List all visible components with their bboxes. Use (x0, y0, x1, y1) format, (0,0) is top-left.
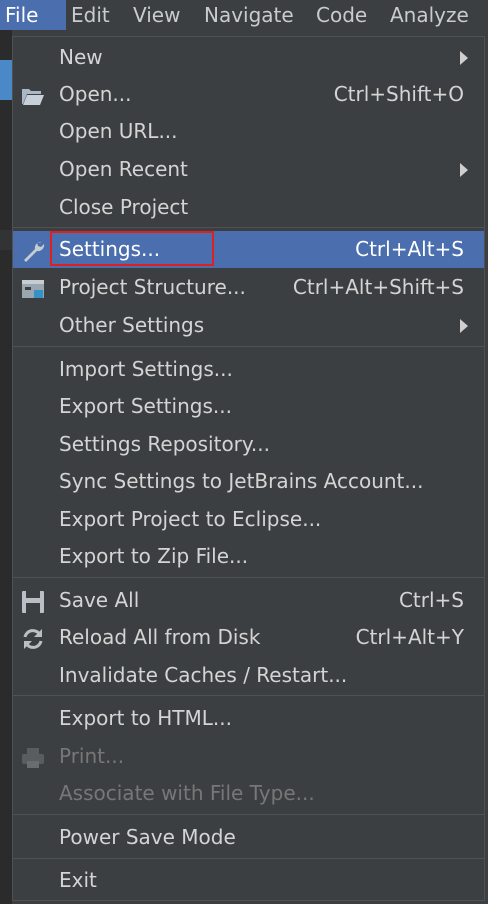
menu-separator (13, 227, 484, 228)
submenu-arrow-icon (460, 51, 468, 65)
menu-item-export-settings[interactable]: Export Settings... (13, 388, 484, 425)
background-editor (0, 30, 12, 904)
menu-bar: File Edit View Navigate Code Analyze (0, 0, 488, 30)
menu-file[interactable]: File (0, 0, 66, 30)
menu-item-label: Print... (59, 744, 125, 768)
background-tab-strip (0, 60, 12, 100)
menu-separator (13, 577, 484, 578)
menu-item-label: Open Recent (59, 157, 188, 181)
background-gutter (0, 230, 12, 250)
submenu-arrow-icon (460, 163, 468, 177)
menu-item-label: Export to HTML... (59, 706, 232, 730)
menu-separator (13, 858, 484, 859)
menu-navigate[interactable]: Navigate (199, 0, 311, 30)
menu-separator (13, 346, 484, 347)
reload-icon (21, 626, 45, 650)
menu-item-sync-settings[interactable]: Sync Settings to JetBrains Account... (13, 463, 484, 500)
menu-item-new[interactable]: New (13, 39, 484, 76)
menu-item-open-recent[interactable]: Open Recent (13, 151, 484, 188)
menu-item-label: Other Settings (59, 313, 205, 337)
project-structure-icon (21, 276, 45, 300)
menu-item-import-settings[interactable]: Import Settings... (13, 351, 484, 388)
menu-item-label: Project Structure... (59, 275, 246, 299)
menu-edit[interactable]: Edit (66, 0, 128, 30)
wrench-icon (21, 238, 45, 262)
menu-item-project-structure[interactable]: Project Structure... Ctrl+Alt+Shift+S (13, 269, 484, 306)
menu-view[interactable]: View (128, 0, 199, 30)
menu-item-exit[interactable]: Exit (13, 862, 484, 899)
menu-item-label: Reload All from Disk (59, 625, 261, 649)
menu-item-shortcut: Ctrl+Alt+S (355, 237, 464, 261)
menu-item-export-eclipse[interactable]: Export Project to Eclipse... (13, 501, 484, 538)
menu-item-save-all[interactable]: Save All Ctrl+S (13, 582, 484, 619)
menu-item-label: Save All (59, 588, 140, 612)
menu-item-close-project[interactable]: Close Project (13, 189, 484, 226)
menu-item-power-save[interactable]: Power Save Mode (13, 819, 484, 856)
menu-item-label: Sync Settings to JetBrains Account... (59, 469, 424, 493)
printer-icon (21, 745, 45, 769)
menu-item-print: Print... (13, 738, 484, 775)
menu-item-shortcut: Ctrl+Alt+Y (355, 625, 464, 649)
menu-item-label: Open... (59, 82, 132, 106)
menu-item-label: Invalidate Caches / Restart... (59, 663, 348, 687)
menu-item-label: Export to Zip File... (59, 544, 249, 568)
menu-item-label: Export Settings... (59, 394, 232, 418)
settings-highlight-box (50, 231, 214, 266)
menu-item-shortcut: Ctrl+Shift+O (333, 82, 464, 106)
menu-item-invalidate-caches[interactable]: Invalidate Caches / Restart... (13, 657, 484, 694)
menu-item-label: Settings Repository... (59, 432, 270, 456)
menu-item-open-url[interactable]: Open URL... (13, 113, 484, 150)
file-menu-dropdown: New Open... Ctrl+Shift+O Open URL... Ope… (12, 36, 485, 901)
menu-item-associate-file-type: Associate with File Type... (13, 775, 484, 812)
menu-separator (13, 814, 484, 815)
menu-item-shortcut: Ctrl+Alt+Shift+S (292, 275, 464, 299)
menu-item-export-zip[interactable]: Export to Zip File... (13, 538, 484, 575)
menu-item-label: Exit (59, 868, 97, 892)
submenu-arrow-icon (460, 319, 468, 333)
menu-item-label: Associate with File Type... (59, 781, 315, 805)
menu-item-settings-repository[interactable]: Settings Repository... (13, 426, 484, 463)
folder-open-icon (21, 83, 45, 107)
menu-item-label: Import Settings... (59, 357, 233, 381)
menu-item-shortcut: Ctrl+S (398, 588, 464, 612)
menu-item-other-settings[interactable]: Other Settings (13, 307, 484, 344)
menu-analyze[interactable]: Analyze (385, 0, 485, 30)
menu-item-label: Close Project (59, 195, 189, 219)
menu-item-reload-disk[interactable]: Reload All from Disk Ctrl+Alt+Y (13, 619, 484, 656)
save-icon (21, 589, 45, 613)
menu-item-export-html[interactable]: Export to HTML... (13, 700, 484, 737)
menu-item-label: Power Save Mode (59, 825, 236, 849)
menu-item-open[interactable]: Open... Ctrl+Shift+O (13, 76, 484, 113)
menu-code[interactable]: Code (311, 0, 385, 30)
menu-item-label: Export Project to Eclipse... (59, 507, 322, 531)
menu-item-label: New (59, 45, 103, 69)
menu-item-label: Open URL... (59, 119, 178, 143)
menu-separator (13, 695, 484, 696)
